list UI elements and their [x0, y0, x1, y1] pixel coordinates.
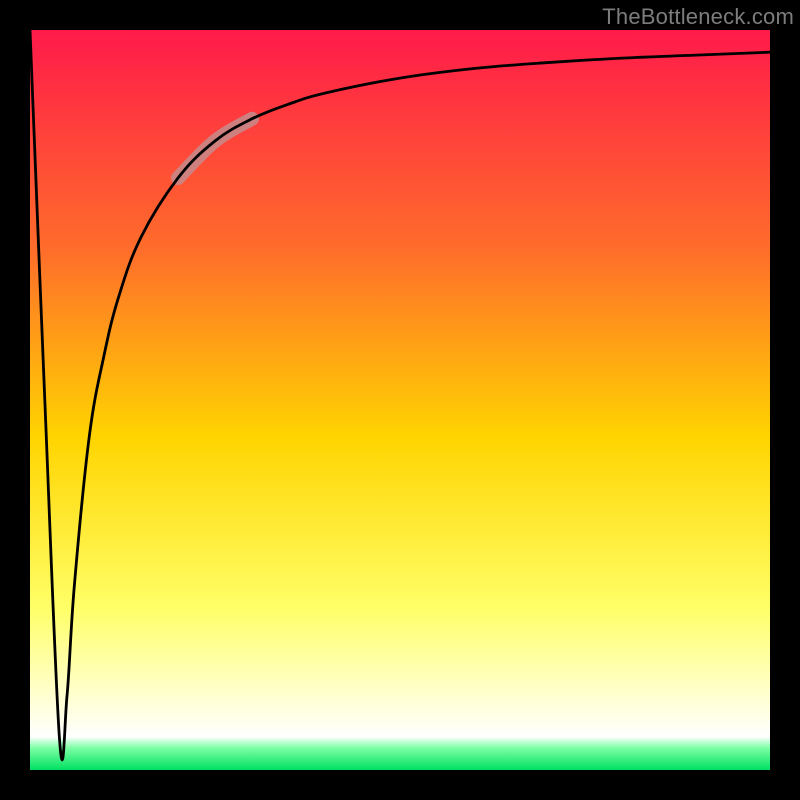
watermark-text: TheBottleneck.com	[602, 4, 794, 30]
plot-background	[30, 30, 770, 770]
bottleneck-chart	[0, 0, 800, 800]
chart-container: TheBottleneck.com	[0, 0, 800, 800]
